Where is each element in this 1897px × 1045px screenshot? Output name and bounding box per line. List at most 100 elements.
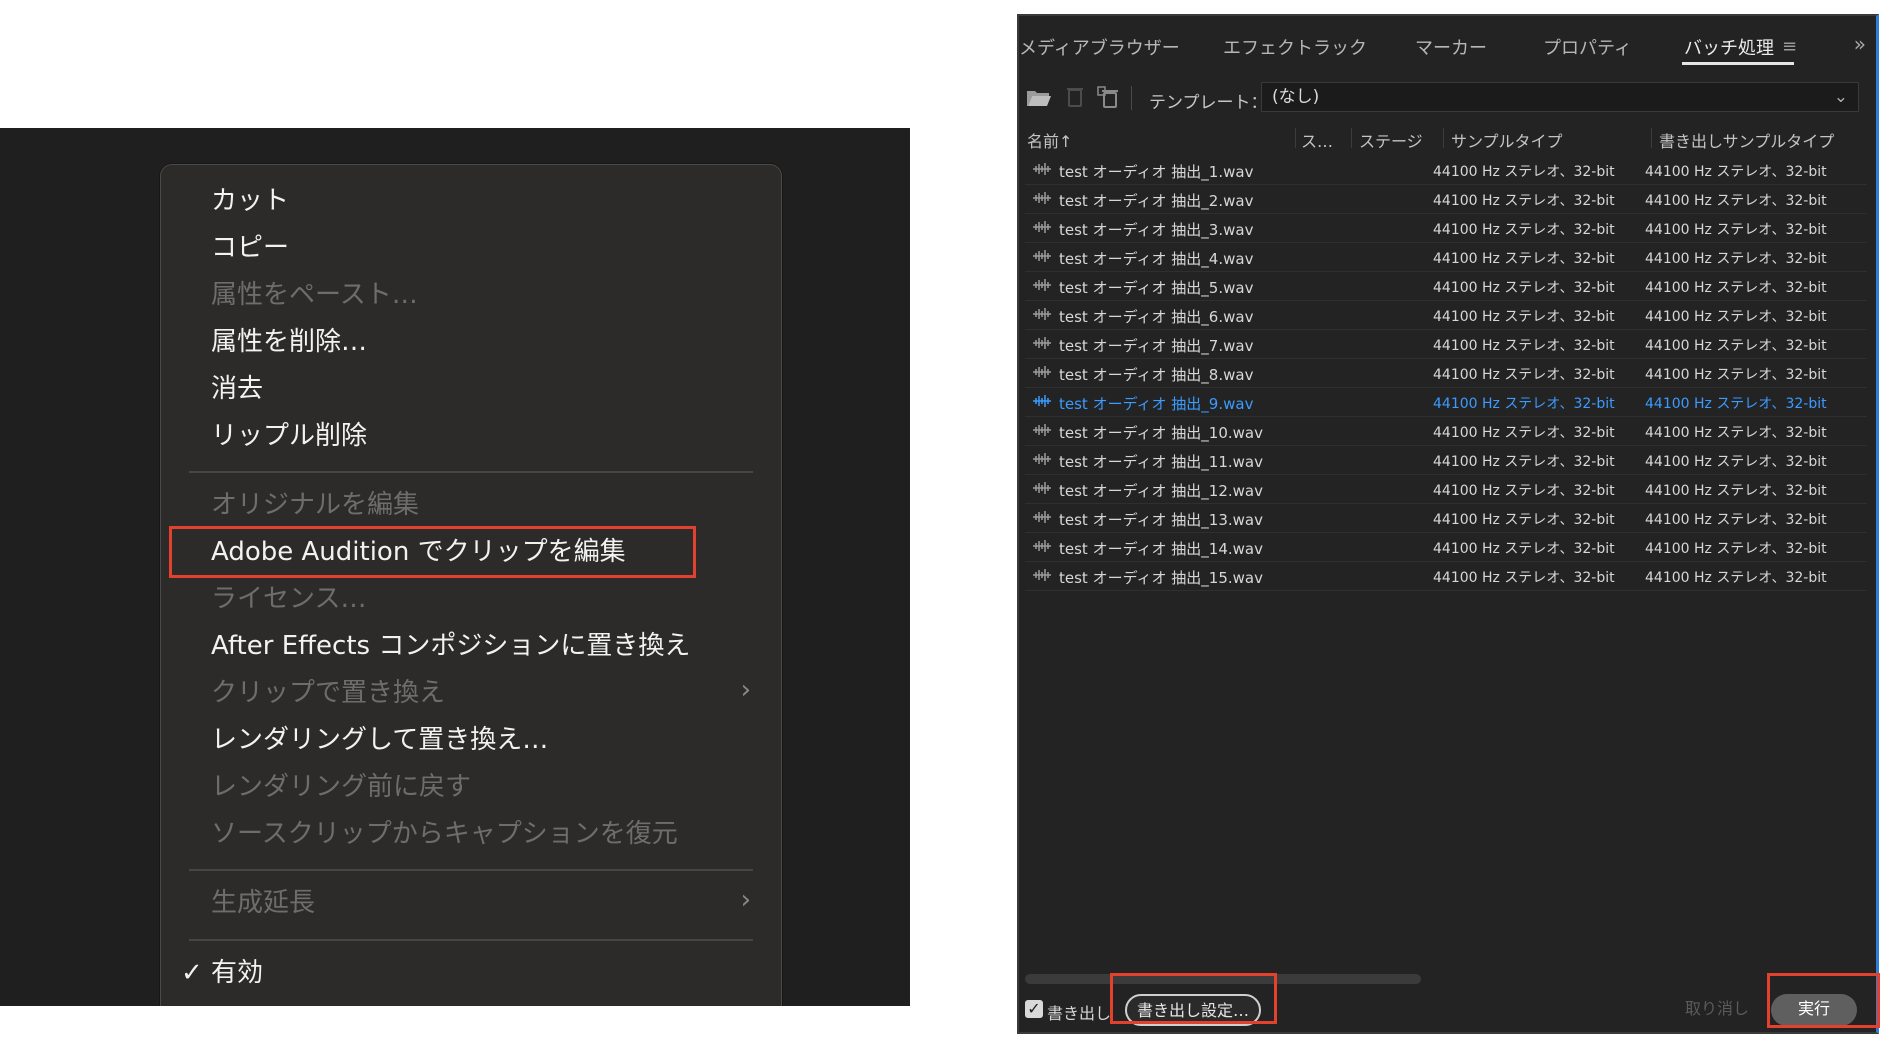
- export-sample-type-cell: 44100 Hz ステレオ、32-bit: [1645, 338, 1827, 354]
- template-dropdown[interactable]: (なし) ⌄: [1261, 82, 1859, 112]
- template-value: (なし): [1272, 87, 1320, 107]
- export-sample-type-cell: 44100 Hz ステレオ、32-bit: [1645, 396, 1827, 412]
- audio-waveform-icon: [1033, 540, 1051, 552]
- column-header-sample-type[interactable]: サンプルタイプ: [1451, 128, 1563, 152]
- audio-waveform-icon: [1033, 569, 1051, 581]
- tab-markers[interactable]: マーカー: [1415, 34, 1487, 60]
- tab-effects-rack[interactable]: エフェクトラック: [1223, 34, 1367, 60]
- table-row[interactable]: test オーディオ 抽出_3.wav 44100 Hz ステレオ、32-bit 4…: [1025, 214, 1867, 243]
- table-row[interactable]: test オーディオ 抽出_1.wav 44100 Hz ステレオ、32-bit 4…: [1025, 156, 1867, 185]
- submenu-chevron-icon: ›: [740, 675, 751, 705]
- table-row[interactable]: test オーディオ 抽出_14.wav 44100 Hz ステレオ、32-bit…: [1025, 533, 1867, 562]
- file-name-cell: test オーディオ 抽出_10.wav: [1059, 424, 1263, 442]
- tab-batch-process[interactable]: バッチ処理: [1684, 34, 1774, 60]
- cancel-button: 取り消し: [1684, 999, 1749, 1018]
- file-name-cell: test オーディオ 抽出_9.wav: [1059, 395, 1254, 413]
- table-row[interactable]: test オーディオ 抽出_13.wav 44100 Hz ステレオ、32-bit…: [1025, 504, 1867, 533]
- table-row[interactable]: test オーディオ 抽出_12.wav 44100 Hz ステレオ、32-bit…: [1025, 475, 1867, 504]
- tab-properties[interactable]: プロパティ: [1543, 34, 1632, 60]
- column-divider[interactable]: [1351, 128, 1352, 148]
- audio-waveform-icon: [1033, 482, 1051, 494]
- table-row[interactable]: test オーディオ 抽出_4.wav 44100 Hz ステレオ、32-bit 4…: [1025, 243, 1867, 272]
- export-sample-type-cell: 44100 Hz ステレオ、32-bit: [1645, 222, 1827, 238]
- file-name-cell: test オーディオ 抽出_11.wav: [1059, 453, 1263, 471]
- table-row[interactable]: test オーディオ 抽出_5.wav 44100 Hz ステレオ、32-bit 4…: [1025, 272, 1867, 301]
- menu-item-restore-unrendered: レンダリング前に戻す: [211, 772, 472, 802]
- panel-menu-icon[interactable]: ≡: [1782, 36, 1797, 57]
- export-sample-type-cell: 44100 Hz ステレオ、32-bit: [1645, 541, 1827, 557]
- tab-overflow-icon[interactable]: »: [1854, 32, 1866, 56]
- sample-type-cell: 44100 Hz ステレオ、32-bit: [1433, 396, 1615, 412]
- table-row[interactable]: test オーディオ 抽出_7.wav 44100 Hz ステレオ、32-bit 4…: [1025, 330, 1867, 359]
- menu-item-cut[interactable]: カット: [211, 179, 289, 223]
- menu-item-clear[interactable]: 消去: [211, 367, 263, 411]
- audio-waveform-icon: [1033, 221, 1051, 233]
- export-sample-type-cell: 44100 Hz ステレオ、32-bit: [1645, 454, 1827, 470]
- export-sample-type-cell: 44100 Hz ステレオ、32-bit: [1645, 280, 1827, 296]
- sample-type-cell: 44100 Hz ステレオ、32-bit: [1433, 367, 1615, 383]
- table-row[interactable]: test オーディオ 抽出_11.wav 44100 Hz ステレオ、32-bit…: [1025, 446, 1867, 475]
- menu-item-render-and-replace[interactable]: レンダリングして置き換え…: [211, 718, 548, 762]
- sample-type-cell: 44100 Hz ステレオ、32-bit: [1433, 222, 1615, 238]
- sample-type-cell: 44100 Hz ステレオ、32-bit: [1433, 164, 1615, 180]
- menu-item-copy[interactable]: コピー: [211, 226, 289, 270]
- file-name-cell: test オーディオ 抽出_6.wav: [1059, 308, 1254, 326]
- export-sample-type-cell: 44100 Hz ステレオ、32-bit: [1645, 425, 1827, 441]
- column-divider[interactable]: [1295, 128, 1296, 148]
- export-checkbox[interactable]: ✓: [1025, 1000, 1043, 1018]
- file-name-cell: test オーディオ 抽出_5.wav: [1059, 279, 1254, 297]
- menu-item-replace-with-ae-comp[interactable]: After Effects コンポジションに置き換え: [211, 624, 690, 668]
- file-name-cell: test オーディオ 抽出_8.wav: [1059, 366, 1254, 384]
- file-name-cell: test オーディオ 抽出_1.wav: [1059, 163, 1254, 181]
- sample-type-cell: 44100 Hz ステレオ、32-bit: [1433, 512, 1615, 528]
- toolbar-separator: [1131, 86, 1132, 110]
- menu-item-remove-attributes[interactable]: 属性を削除…: [211, 320, 367, 364]
- export-sample-type-cell: 44100 Hz ステレオ、32-bit: [1645, 251, 1827, 267]
- column-header-status[interactable]: ス…: [1301, 128, 1333, 152]
- table-row[interactable]: test オーディオ 抽出_10.wav 44100 Hz ステレオ、32-bit…: [1025, 417, 1867, 446]
- sample-type-cell: 44100 Hz ステレオ、32-bit: [1433, 483, 1615, 499]
- sample-type-cell: 44100 Hz ステレオ、32-bit: [1433, 251, 1615, 267]
- menu-separator: [189, 939, 753, 941]
- menu-item-edit-in-audition[interactable]: Adobe Audition でクリップを編集: [169, 526, 696, 578]
- file-name-cell: test オーディオ 抽出_12.wav: [1059, 482, 1263, 500]
- menu-item-label: クリップで置き換え: [211, 678, 446, 708]
- sample-type-cell: 44100 Hz ステレオ、32-bit: [1433, 309, 1615, 325]
- table-row[interactable]: test オーディオ 抽出_6.wav 44100 Hz ステレオ、32-bit 4…: [1025, 301, 1867, 330]
- sample-type-cell: 44100 Hz ステレオ、32-bit: [1433, 570, 1615, 586]
- column-header-name[interactable]: 名前↑: [1027, 128, 1072, 152]
- menu-item-paste-attributes: 属性をペースト…: [211, 280, 418, 310]
- table-row[interactable]: test オーディオ 抽出_15.wav 44100 Hz ステレオ、32-bit…: [1025, 562, 1867, 591]
- column-header-stage[interactable]: ステージ: [1359, 128, 1423, 152]
- file-list: test オーディオ 抽出_1.wav 44100 Hz ステレオ、32-bit 4…: [1025, 156, 1867, 591]
- highlight-box-run: [1767, 973, 1880, 1028]
- audio-waveform-icon: [1033, 163, 1051, 175]
- clear-all-icon[interactable]: [1095, 84, 1123, 110]
- submenu-chevron-icon: ›: [740, 885, 751, 915]
- checkmark-icon: ✓: [181, 958, 203, 988]
- menu-item-label: 有効: [211, 958, 264, 988]
- sample-type-cell: 44100 Hz ステレオ、32-bit: [1433, 541, 1615, 557]
- table-header: 名前↑ ス… ステージ サンプルタイプ 書き出しサンプルタイプ: [1019, 120, 1876, 154]
- trash-icon: [1067, 88, 1083, 107]
- template-label: テンプレート：: [1149, 93, 1268, 113]
- audio-waveform-icon: [1033, 424, 1051, 436]
- column-divider[interactable]: [1651, 128, 1652, 148]
- folder-open-icon[interactable]: [1025, 84, 1053, 110]
- export-sample-type-cell: 44100 Hz ステレオ、32-bit: [1645, 483, 1827, 499]
- sample-type-cell: 44100 Hz ステレオ、32-bit: [1433, 193, 1615, 209]
- table-row[interactable]: test オーディオ 抽出_9.wav 44100 Hz ステレオ、32-bit 4…: [1025, 388, 1867, 417]
- menu-item-enable[interactable]: ✓ 有効: [181, 951, 264, 995]
- column-header-export-sample-type[interactable]: 書き出しサンプルタイプ: [1659, 128, 1834, 152]
- export-checkbox-label: 書き出し: [1047, 1004, 1112, 1023]
- active-tab-indicator: [1682, 62, 1794, 65]
- table-row[interactable]: test オーディオ 抽出_8.wav 44100 Hz ステレオ、32-bit 4…: [1025, 359, 1867, 388]
- table-row[interactable]: test オーディオ 抽出_2.wav 44100 Hz ステレオ、32-bit 4…: [1025, 185, 1867, 214]
- tab-media-browser[interactable]: メディアブラウザー: [1019, 34, 1180, 60]
- sample-type-cell: 44100 Hz ステレオ、32-bit: [1433, 454, 1615, 470]
- chevron-down-icon: ⌄: [1833, 87, 1848, 107]
- audio-waveform-icon: [1033, 250, 1051, 262]
- export-sample-type-cell: 44100 Hz ステレオ、32-bit: [1645, 164, 1827, 180]
- column-divider[interactable]: [1443, 128, 1444, 148]
- menu-item-ripple-delete[interactable]: リップル削除: [211, 414, 367, 458]
